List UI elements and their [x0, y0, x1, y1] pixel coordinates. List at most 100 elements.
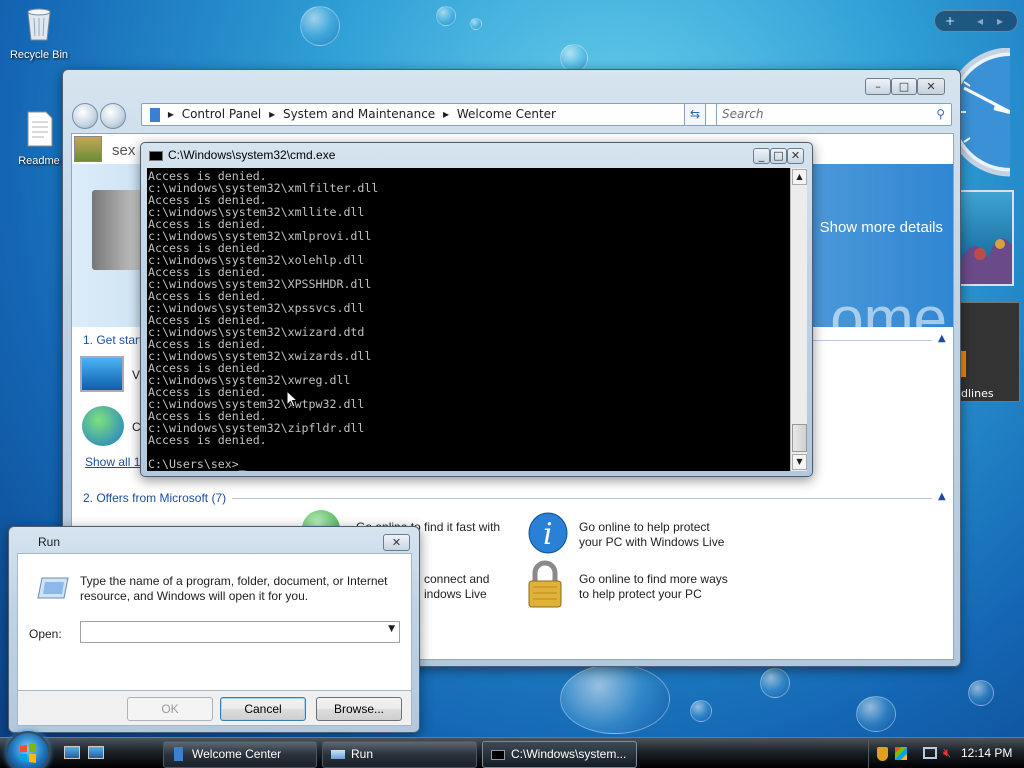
- collapse-chevron-icon[interactable]: ▲: [938, 491, 946, 502]
- run-program-icon: [37, 577, 69, 599]
- wallpaper-bubble: [856, 696, 896, 732]
- run-icon: [331, 750, 345, 759]
- user-picture[interactable]: [74, 136, 102, 162]
- search-icon[interactable]: ⚲: [936, 104, 945, 125]
- console-output[interactable]: Access is denied. c:\windows\system32\xml…: [147, 168, 790, 471]
- svg-text:i: i: [543, 517, 553, 552]
- security-shield-icon[interactable]: [877, 747, 888, 761]
- search-input[interactable]: Search ⚲: [716, 103, 952, 126]
- taskbar-button-run[interactable]: Run: [322, 741, 477, 768]
- run-dialog: Run ✕ Type the name of a program, folder…: [8, 526, 420, 733]
- taskbar-button-welcome-center[interactable]: Welcome Center: [163, 741, 317, 768]
- refresh-button[interactable]: ⇆: [684, 103, 706, 126]
- show-all-tasks-link[interactable]: Show all 1: [85, 455, 140, 470]
- offer-line: to help protect your PC: [579, 587, 702, 601]
- windows-security-icon[interactable]: [895, 747, 907, 760]
- maximize-button[interactable]: □: [770, 148, 787, 164]
- vertical-scrollbar[interactable]: ▲ ▼: [790, 168, 807, 471]
- breadcrumb-system-maintenance[interactable]: System and Maintenance: [283, 107, 435, 121]
- breadcrumb-welcome-center[interactable]: Welcome Center: [457, 107, 556, 121]
- breadcrumb-separator-icon: ▸: [167, 107, 174, 121]
- search-placeholder: Search: [722, 107, 764, 121]
- open-label: Open:: [29, 627, 62, 641]
- dropdown-arrow-icon[interactable]: ▼: [388, 624, 395, 634]
- connect-internet-icon: [82, 406, 124, 446]
- wallpaper-bubble: [760, 668, 790, 698]
- volume-muted-icon[interactable]: 🔇︎: [943, 745, 951, 761]
- open-combobox[interactable]: ▼: [80, 621, 400, 643]
- scroll-up-icon[interactable]: ▲: [792, 169, 807, 185]
- coral-reef-image: [960, 238, 1012, 284]
- slideshow-gadget[interactable]: [958, 190, 1014, 286]
- taskbar-button-label: C:\Windows\system...: [511, 747, 627, 761]
- address-bar[interactable]: ▸ Control Panel ▸ System and Maintenance…: [141, 103, 744, 126]
- banner-welcome-text: ome: [830, 285, 947, 352]
- wallpaper-bubble: [470, 18, 482, 30]
- close-button[interactable]: ✕: [787, 148, 804, 164]
- ok-button[interactable]: OK: [127, 697, 213, 721]
- window-caption-buttons: – □ ✕: [865, 78, 945, 95]
- section-get-started-title[interactable]: 1. Get start: [83, 333, 142, 347]
- start-button[interactable]: [6, 731, 50, 768]
- wallpaper-bubble: [560, 44, 588, 72]
- feed-headlines-gadget[interactable]: dlines: [956, 302, 1020, 402]
- offer-connect-windows-live[interactable]: connect and indows Live: [424, 572, 489, 602]
- window-title: C:\Windows\system32\cmd.exe: [168, 148, 336, 162]
- user-name: sex: [112, 142, 136, 159]
- taskbar-button-label: Run: [351, 747, 374, 761]
- mouse-pointer-icon: [286, 390, 298, 408]
- switch-windows-button[interactable]: [88, 746, 104, 759]
- gadget-toolbar: + ◂ ▸: [934, 10, 1018, 32]
- previous-gadget-button[interactable]: ◂: [977, 11, 983, 31]
- show-more-details-link[interactable]: Show more details: [820, 219, 943, 236]
- offer-line: your PC with Windows Live: [579, 535, 725, 549]
- welcome-center-icon: [174, 747, 183, 761]
- taskbar-button-label: Welcome Center: [192, 747, 282, 761]
- cmd-icon: [149, 151, 163, 161]
- offer-windows-live-protect[interactable]: Go online to help protect your PC with W…: [579, 520, 724, 550]
- feed-headlines-label: dlines: [961, 387, 994, 400]
- section-offers-title[interactable]: 2. Offers from Microsoft (7): [83, 491, 226, 505]
- wallpaper-bubble: [690, 700, 712, 722]
- control-panel-icon: [150, 107, 160, 122]
- offer-line: Go online to help protect: [579, 520, 710, 534]
- desktop-icon-label: Recycle Bin: [9, 49, 69, 61]
- cancel-button[interactable]: Cancel: [220, 697, 306, 721]
- next-gadget-button[interactable]: ▸: [997, 11, 1003, 31]
- wallpaper-bubble: [560, 664, 670, 734]
- minimize-button[interactable]: _: [753, 148, 770, 164]
- computer-icon: [92, 190, 142, 270]
- command-prompt-window: C:\Windows\system32\cmd.exe _ □ ✕ Access i…: [140, 142, 813, 477]
- show-desktop-button[interactable]: [64, 746, 80, 759]
- offer-line: Go online to find more ways: [579, 572, 728, 586]
- windows-live-icon: i: [528, 512, 568, 554]
- window-title: Run: [38, 535, 61, 549]
- display-settings-icon: [80, 356, 124, 392]
- run-dialog-body: Type the name of a program, folder, docu…: [17, 553, 412, 691]
- maximize-button[interactable]: □: [891, 78, 917, 95]
- network-icon[interactable]: [923, 747, 937, 759]
- close-button[interactable]: ✕: [917, 78, 945, 95]
- windows-logo-icon: [20, 743, 36, 763]
- browse-button[interactable]: Browse...: [316, 697, 402, 721]
- breadcrumb-control-panel[interactable]: Control Panel: [182, 107, 262, 121]
- task-item-view-details[interactable]: V: [132, 368, 140, 383]
- taskbar-button-cmd[interactable]: C:\Windows\system...: [482, 741, 637, 768]
- console-line: C:\Users\sex>_: [148, 457, 246, 471]
- collapse-chevron-icon[interactable]: ▲: [938, 333, 946, 344]
- offer-protect-your-pc[interactable]: Go online to find more ways to help prot…: [579, 572, 728, 602]
- scroll-thumb[interactable]: [792, 424, 807, 452]
- wallpaper-bubble: [436, 6, 456, 26]
- desktop-icon-recycle-bin[interactable]: Recycle Bin: [3, 4, 75, 61]
- clock-text[interactable]: 12:14 PM: [961, 746, 1012, 760]
- offer-line: indows Live: [424, 587, 487, 601]
- minimize-button[interactable]: –: [865, 78, 891, 95]
- wallpaper-bubble: [300, 6, 340, 46]
- forward-button[interactable]: [100, 103, 126, 129]
- back-button[interactable]: [72, 103, 98, 129]
- scroll-down-icon[interactable]: ▼: [792, 454, 807, 470]
- close-button[interactable]: ✕: [383, 534, 410, 551]
- padlock-icon: [528, 560, 562, 608]
- section-divider: [232, 498, 932, 499]
- add-gadget-button[interactable]: +: [945, 11, 955, 31]
